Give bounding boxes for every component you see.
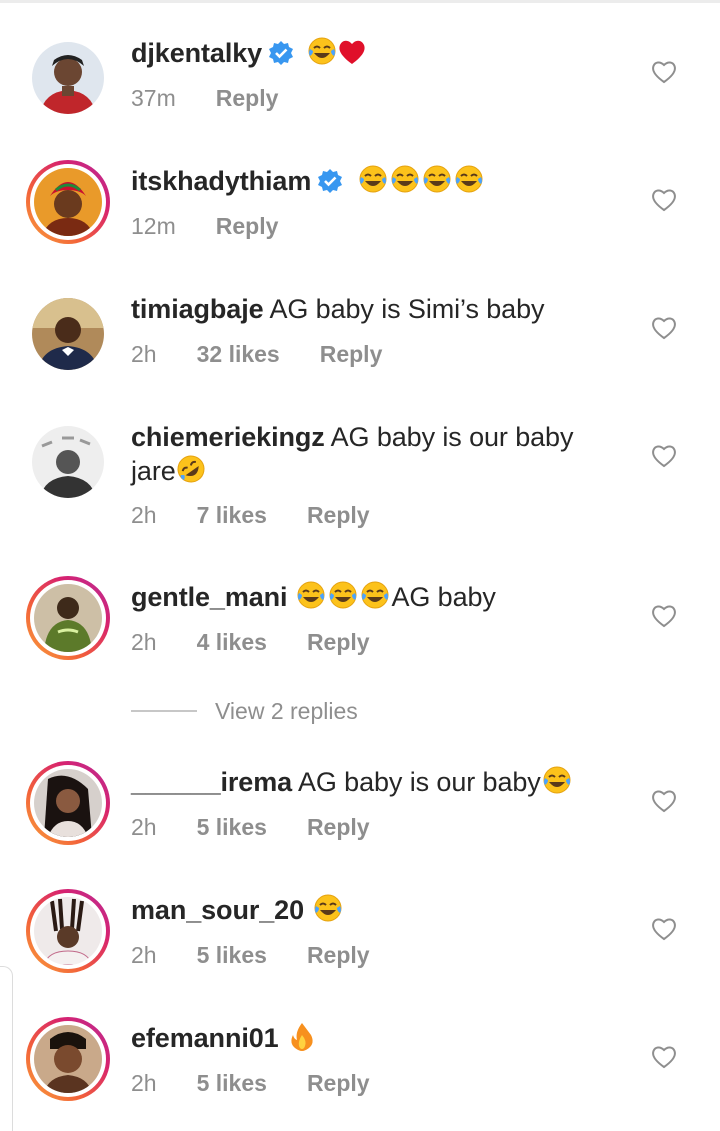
comment-time: 37m bbox=[131, 85, 176, 111]
comment-line: timiagbaje AG baby is Simi’s baby bbox=[131, 292, 631, 326]
comment-text: AG baby is Simi’s baby bbox=[269, 294, 545, 324]
reply-button[interactable]: Reply bbox=[216, 84, 279, 112]
comment-username[interactable]: timiagbaje bbox=[131, 294, 264, 324]
comment-text-continued: jare bbox=[131, 456, 176, 486]
like-count[interactable]: 32 likes bbox=[197, 340, 280, 368]
laugh-cry-emoji-icon bbox=[541, 765, 573, 803]
like-heart-icon[interactable] bbox=[651, 60, 677, 84]
like-heart-icon[interactable] bbox=[651, 316, 677, 340]
avatar[interactable] bbox=[26, 576, 110, 660]
avatar[interactable] bbox=[26, 761, 110, 845]
comment-line: djkentalky bbox=[131, 36, 631, 74]
comment-time: 2h bbox=[131, 814, 157, 840]
comment-meta: 2h 32 likes Reply bbox=[131, 340, 382, 368]
avatar[interactable] bbox=[26, 292, 110, 376]
emoji-group bbox=[295, 581, 391, 612]
rofl-emoji-icon bbox=[176, 454, 206, 492]
emoji-group bbox=[357, 165, 485, 196]
comment-username[interactable]: chiemeriekingz bbox=[131, 422, 325, 452]
like-count[interactable]: 5 likes bbox=[197, 941, 267, 969]
reply-button[interactable]: Reply bbox=[307, 813, 370, 841]
laugh-cry-emoji-icon bbox=[359, 580, 391, 618]
comment-meta: 12m Reply bbox=[131, 212, 278, 240]
laugh-cry-emoji-icon bbox=[307, 36, 337, 74]
laugh-cry-emoji-icon bbox=[295, 580, 327, 618]
avatar[interactable] bbox=[26, 1017, 110, 1101]
avatar[interactable] bbox=[26, 160, 110, 244]
avatar[interactable] bbox=[26, 889, 110, 973]
comment-line: itskhadythiam bbox=[131, 164, 631, 202]
like-heart-icon[interactable] bbox=[651, 188, 677, 212]
laugh-cry-emoji-icon bbox=[453, 164, 485, 202]
avatar[interactable] bbox=[26, 36, 110, 120]
laugh-cry-emoji-icon bbox=[421, 164, 453, 202]
laugh-cry-emoji-icon bbox=[389, 164, 421, 202]
view-replies-button[interactable]: View 2 replies bbox=[131, 697, 431, 727]
like-heart-icon[interactable] bbox=[651, 917, 677, 941]
comment-username[interactable]: gentle_mani bbox=[131, 582, 288, 612]
comment-line: chiemeriekingz AG baby is our baby jare bbox=[131, 420, 631, 492]
reply-button[interactable]: Reply bbox=[320, 340, 383, 368]
top-divider bbox=[0, 0, 720, 3]
like-count[interactable]: 4 likes bbox=[197, 628, 267, 656]
like-count[interactable]: 5 likes bbox=[197, 813, 267, 841]
comment-username[interactable]: efemanni01 bbox=[131, 1023, 279, 1053]
comment-meta: 37m Reply bbox=[131, 84, 278, 112]
reply-button[interactable]: Reply bbox=[216, 212, 279, 240]
reply-button[interactable]: Reply bbox=[307, 501, 370, 529]
comment-username[interactable]: itskhadythiam bbox=[131, 166, 311, 196]
comment-time: 2h bbox=[131, 942, 157, 968]
laugh-cry-emoji-icon bbox=[327, 580, 359, 618]
like-heart-icon[interactable] bbox=[651, 444, 677, 468]
comment-text: AG baby bbox=[391, 582, 496, 612]
verified-badge-icon bbox=[317, 168, 343, 202]
comment-line: man_sour_20 bbox=[131, 893, 631, 931]
like-heart-icon[interactable] bbox=[651, 1045, 677, 1069]
comment-time: 12m bbox=[131, 213, 176, 239]
laugh-cry-emoji-icon bbox=[312, 893, 344, 931]
laugh-cry-emoji-icon bbox=[357, 164, 389, 202]
comment-meta: 2h 5 likes Reply bbox=[131, 1069, 370, 1097]
view-replies-dash bbox=[131, 710, 197, 712]
avatar[interactable] bbox=[26, 420, 110, 504]
comment-meta: 2h 5 likes Reply bbox=[131, 813, 370, 841]
comment-line: gentle_mani AG baby bbox=[131, 580, 631, 618]
like-heart-icon[interactable] bbox=[651, 789, 677, 813]
comment-line: ______irema AG baby is our baby bbox=[131, 765, 631, 803]
reply-button[interactable]: Reply bbox=[307, 1069, 370, 1097]
comment-text: AG baby is our baby bbox=[330, 422, 574, 452]
comment-username[interactable]: ______irema bbox=[131, 767, 292, 797]
comment-time: 2h bbox=[131, 341, 157, 367]
view-replies-label: View 2 replies bbox=[215, 698, 358, 724]
comment-username[interactable]: man_sour_20 bbox=[131, 895, 304, 925]
comment-line: efemanni01 bbox=[131, 1021, 631, 1059]
like-heart-icon[interactable] bbox=[651, 604, 677, 628]
edge-panel-handle[interactable] bbox=[0, 966, 13, 1131]
comment-meta: 2h 4 likes Reply bbox=[131, 628, 370, 656]
comment-username[interactable]: djkentalky bbox=[131, 38, 262, 68]
comment-time: 2h bbox=[131, 502, 157, 528]
reply-button[interactable]: Reply bbox=[307, 628, 370, 656]
like-count[interactable]: 5 likes bbox=[197, 1069, 267, 1097]
fire-emoji-icon bbox=[289, 1021, 315, 1059]
comment-time: 2h bbox=[131, 1070, 157, 1096]
verified-badge-icon bbox=[268, 40, 294, 74]
comment-meta: 2h 7 likes Reply bbox=[131, 501, 370, 529]
heart-emoji-icon bbox=[337, 38, 367, 74]
reply-button[interactable]: Reply bbox=[307, 941, 370, 969]
comment-time: 2h bbox=[131, 629, 157, 655]
comment-meta: 2h 5 likes Reply bbox=[131, 941, 370, 969]
like-count[interactable]: 7 likes bbox=[197, 501, 267, 529]
comment-text: AG baby is our baby bbox=[297, 767, 541, 797]
